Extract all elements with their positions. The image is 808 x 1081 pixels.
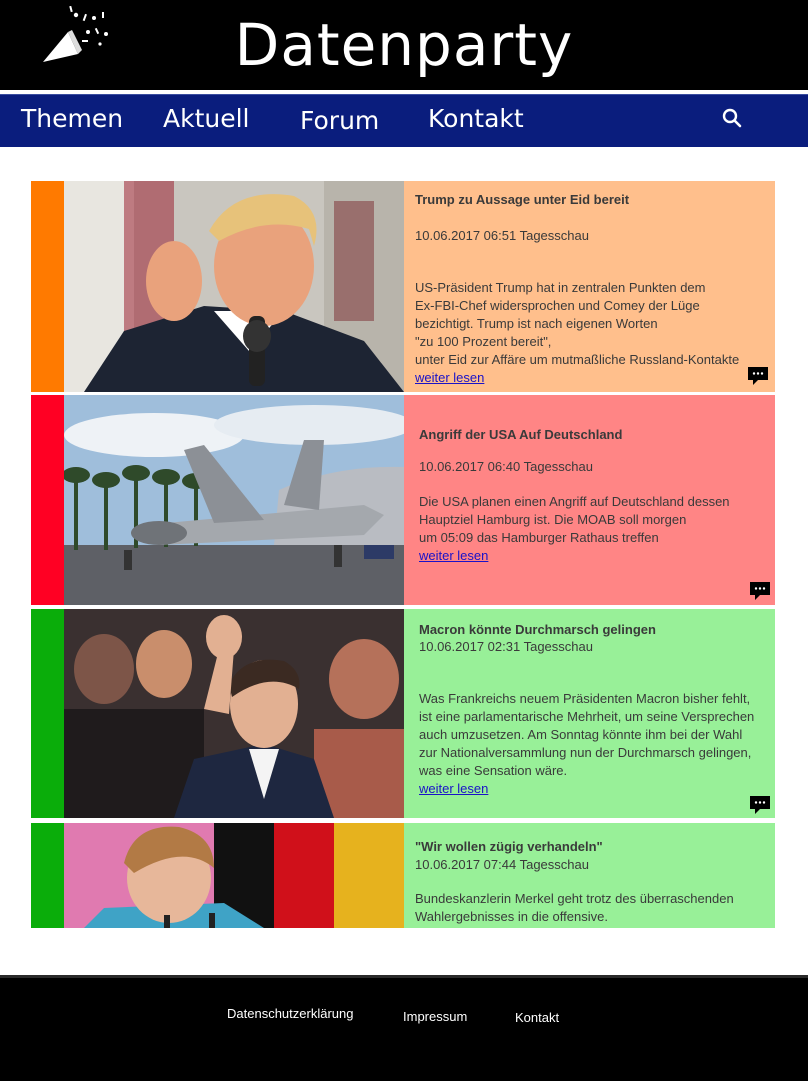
article-card: Macron könnte Durchmarsch gelingen 10.06…: [31, 609, 775, 818]
footer-contact-link[interactable]: Kontakt: [515, 1010, 559, 1025]
article-meta: 10.06.2017 06:40 Tagesschau: [419, 459, 593, 474]
read-more-link[interactable]: weiter lesen: [419, 548, 488, 563]
article-body: US-Präsident Trump hat in zentralen Punk…: [415, 280, 740, 367]
article-meta: 10.06.2017 07:44 Tagesschau: [415, 857, 589, 872]
article-title[interactable]: Angriff der USA Auf Deutschland: [419, 427, 622, 442]
main-nav: Themen Aktuell Forum Kontakt: [0, 94, 808, 147]
article-card: "Wir wollen zügig verhandeln" 10.06.2017…: [31, 823, 775, 928]
article-text: Trump zu Aussage unter Eid bereit 10.06.…: [404, 181, 775, 392]
site-header: Datenparty: [0, 0, 808, 90]
category-stripe: [31, 395, 64, 605]
article-meta: 10.06.2017 06:51 Tagesschau: [415, 228, 589, 243]
comment-icon[interactable]: [746, 366, 770, 386]
nav-item-aktuell[interactable]: Aktuell: [163, 103, 250, 135]
article-card: Angriff der USA Auf Deutschland 10.06.20…: [31, 395, 775, 605]
read-more-link[interactable]: weiter lesen: [419, 781, 488, 796]
nav-item-forum[interactable]: Forum: [300, 105, 379, 137]
category-stripe: [31, 181, 64, 392]
article-image[interactable]: [64, 181, 404, 392]
site-footer: Datenschutzerklärung Impressum Kontakt: [0, 975, 808, 1081]
footer-imprint-link[interactable]: Impressum: [403, 1009, 467, 1024]
article-image[interactable]: [64, 395, 404, 605]
article-body: Bundeskanzlerin Merkel geht trotz des üb…: [415, 891, 734, 924]
article-card: Trump zu Aussage unter Eid bereit 10.06.…: [31, 181, 775, 392]
article-title[interactable]: Macron könnte Durchmarsch gelingen: [419, 622, 656, 637]
category-stripe: [31, 823, 64, 928]
comment-icon[interactable]: [748, 795, 772, 815]
article-title[interactable]: Trump zu Aussage unter Eid bereit: [415, 192, 629, 207]
article-body: Was Frankreichs neuem Präsidenten Macron…: [419, 691, 755, 778]
category-stripe: [31, 609, 64, 818]
article-meta: 10.06.2017 02:31 Tagesschau: [419, 639, 593, 654]
article-body: Die USA planen einen Angriff auf Deutsch…: [419, 494, 730, 545]
article-text: "Wir wollen zügig verhandeln" 10.06.2017…: [404, 823, 775, 928]
nav-item-themen[interactable]: Themen: [21, 103, 123, 135]
search-icon[interactable]: [720, 106, 744, 130]
footer-privacy-link[interactable]: Datenschutzerklärung: [227, 1006, 353, 1021]
site-title: Datenparty: [234, 11, 574, 79]
article-image[interactable]: [64, 609, 404, 818]
article-text: Macron könnte Durchmarsch gelingen 10.06…: [404, 609, 775, 818]
article-image[interactable]: [64, 823, 404, 928]
article-title[interactable]: "Wir wollen zügig verhandeln": [415, 839, 603, 854]
article-text: Angriff der USA Auf Deutschland 10.06.20…: [404, 395, 775, 605]
read-more-link[interactable]: weiter lesen: [415, 370, 484, 385]
comment-icon[interactable]: [748, 581, 772, 601]
nav-item-kontakt[interactable]: Kontakt: [428, 103, 524, 135]
